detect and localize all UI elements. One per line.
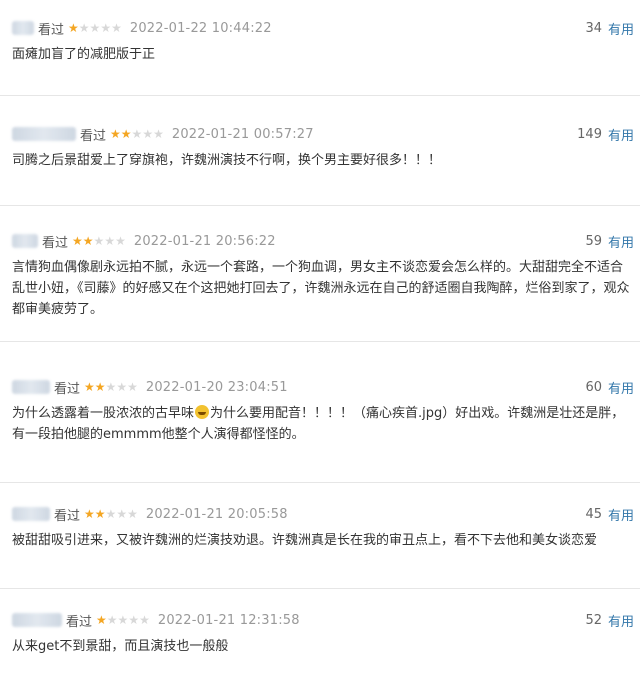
vote-area: 149 有用 (577, 125, 634, 144)
star-icon: ★ (106, 613, 118, 627)
star-icon: ★ (72, 234, 83, 248)
star-icon: ★ (115, 234, 126, 248)
review-time: 2022-01-21 20:56:22 (133, 233, 276, 249)
star-icon: ★ (78, 21, 90, 35)
star-icon: ★ (94, 507, 106, 521)
divider (0, 95, 640, 96)
review-meta: 看过 ★ ★ ★ ★ ★ 2022-01-21 20:05:58 45 有用 (12, 504, 634, 524)
seen-label: 看过 (54, 381, 81, 397)
useful-count: 34 (585, 20, 602, 36)
star-rating: ★ ★ ★ ★ ★ (110, 128, 164, 140)
review-text: 被甜甜吸引进来，又被许魏洲的烂演技劝退。许魏洲真是长在我的审丑点上，看不下去他和… (12, 533, 598, 548)
star-icon: ★ (128, 613, 140, 627)
star-icon: ★ (100, 21, 112, 35)
star-icon: ★ (84, 380, 95, 394)
useful-button[interactable]: 有用 (608, 611, 634, 630)
star-icon: ★ (111, 21, 122, 35)
star-icon: ★ (120, 127, 132, 141)
seen-label: 看过 (54, 508, 81, 524)
star-icon: ★ (89, 21, 101, 35)
review-text-part: 为什么透露着一股浓浓的古早味 (12, 406, 195, 421)
vote-area: 59 有用 (585, 232, 634, 251)
review-text: 司腾之后景甜爱上了穿旗袍，许魏洲演技不行啊，换个男主要好很多！！！ (12, 153, 442, 168)
vote-area: 60 有用 (585, 378, 634, 397)
star-icon: ★ (68, 21, 79, 35)
review-meta: 看过 ★ ★ ★ ★ ★ 2022-01-21 12:31:58 52 有用 (12, 610, 634, 630)
useful-button[interactable]: 有用 (608, 378, 634, 397)
username-blurred[interactable] (12, 127, 76, 141)
useful-count: 52 (585, 612, 602, 628)
username-blurred[interactable] (12, 21, 34, 35)
review-text: 从来get不到景甜，而且演技也一般般 (12, 639, 229, 654)
review-time: 2022-01-20 23:04:51 (145, 379, 288, 395)
star-rating: ★ ★ ★ ★ ★ (96, 614, 150, 626)
star-icon: ★ (94, 380, 106, 394)
username-blurred[interactable] (12, 507, 50, 521)
divider (0, 205, 640, 206)
username-blurred[interactable] (12, 380, 50, 394)
star-icon: ★ (82, 234, 94, 248)
review-meta: 看过 ★ ★ ★ ★ ★ 2022-01-20 23:04:51 60 有用 (12, 377, 634, 397)
review-meta: 看过 ★ ★ ★ ★ ★ 2022-01-22 10:44:22 34 有用 (12, 18, 634, 38)
star-icon: ★ (110, 127, 121, 141)
star-icon: ★ (139, 613, 150, 627)
useful-button[interactable]: 有用 (608, 232, 634, 251)
star-icon: ★ (131, 127, 143, 141)
divider (0, 588, 640, 589)
review-time: 2022-01-22 10:44:22 (129, 20, 272, 36)
star-icon: ★ (105, 380, 117, 394)
star-rating: ★ ★ ★ ★ ★ (72, 235, 126, 247)
star-icon: ★ (142, 127, 154, 141)
useful-count: 59 (585, 233, 602, 249)
star-icon: ★ (105, 507, 117, 521)
star-icon: ★ (127, 380, 138, 394)
star-icon: ★ (96, 613, 107, 627)
star-icon: ★ (116, 380, 128, 394)
review-text: 面瘫加盲了的减肥版于正 (12, 47, 156, 62)
star-icon: ★ (127, 507, 138, 521)
star-icon: ★ (93, 234, 105, 248)
review-text: 为什么透露着一股浓浓的古早味 为什么要用配音！！！！（痛心疾首.jpg）好出戏。许… (12, 403, 630, 445)
useful-button[interactable]: 有用 (608, 125, 634, 144)
review-meta: 看过 ★ ★ ★ ★ ★ 2022-01-21 20:56:22 59 有用 (12, 231, 634, 251)
seen-label: 看过 (38, 22, 65, 38)
star-rating: ★ ★ ★ ★ ★ (84, 508, 138, 520)
useful-count: 149 (577, 126, 602, 142)
seen-label: 看过 (66, 614, 93, 630)
star-icon: ★ (153, 127, 164, 141)
divider (0, 341, 640, 342)
useful-count: 60 (585, 379, 602, 395)
divider (0, 482, 640, 483)
grinning-sweat-emoji-icon (195, 405, 210, 419)
star-rating: ★ ★ ★ ★ ★ (84, 381, 138, 393)
seen-label: 看过 (42, 235, 69, 251)
star-icon: ★ (104, 234, 116, 248)
review-time: 2022-01-21 12:31:58 (157, 612, 300, 628)
vote-area: 52 有用 (585, 611, 634, 630)
review-time: 2022-01-21 20:05:58 (145, 506, 288, 522)
star-icon: ★ (116, 507, 128, 521)
star-icon: ★ (117, 613, 129, 627)
review-text: 言情狗血偶像剧永远拍不腻，永远一个套路，一个狗血调，男女主不谈恋爱会怎么样的。大… (12, 260, 630, 317)
seen-label: 看过 (80, 128, 107, 144)
username-blurred[interactable] (12, 613, 62, 627)
username-blurred[interactable] (12, 234, 38, 248)
star-icon: ★ (84, 507, 95, 521)
useful-count: 45 (585, 506, 602, 522)
vote-area: 34 有用 (585, 19, 634, 38)
star-rating: ★ ★ ★ ★ ★ (68, 22, 122, 34)
review-meta: 看过 ★ ★ ★ ★ ★ 2022-01-21 00:57:27 149 有用 (12, 124, 634, 144)
useful-button[interactable]: 有用 (608, 19, 634, 38)
vote-area: 45 有用 (585, 505, 634, 524)
review-time: 2022-01-21 00:57:27 (171, 126, 314, 142)
useful-button[interactable]: 有用 (608, 505, 634, 524)
